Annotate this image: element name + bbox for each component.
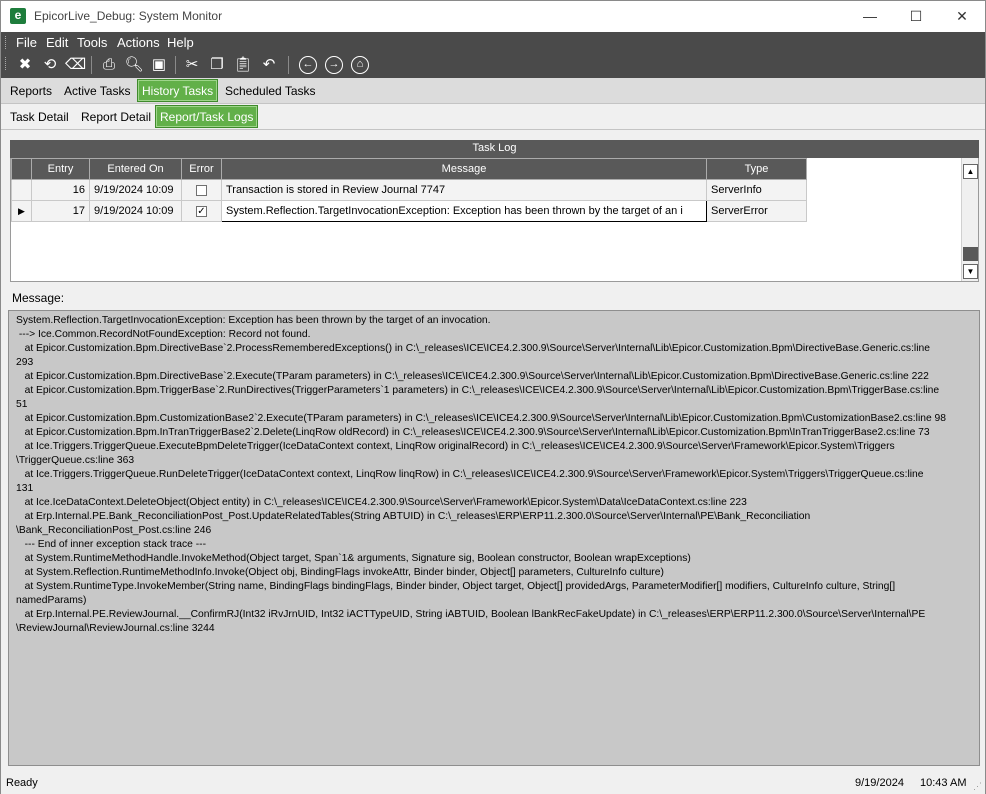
epicor-app-icon: e xyxy=(10,8,26,24)
primary-tab-strip: Reports Active Tasks History Tasks Sched… xyxy=(1,78,985,104)
menu-file[interactable]: File xyxy=(16,35,37,50)
cell-entered-on[interactable]: 9/19/2024 10:09 xyxy=(89,179,182,201)
message-text-box[interactable]: System.Reflection.TargetInvocationExcept… xyxy=(8,310,980,766)
column-header-entry[interactable]: Entry xyxy=(31,158,90,180)
toolbar-grip[interactable] xyxy=(5,57,7,70)
save-icon[interactable]: ▣ xyxy=(149,55,169,75)
cell-entry[interactable]: 17 xyxy=(31,200,90,222)
task-log-header: Task Log xyxy=(10,140,979,158)
column-header-message[interactable]: Message xyxy=(221,158,707,180)
task-log-table: Entry Entered On Error Message Type 16 9/… xyxy=(11,158,807,222)
maximize-button[interactable]: ☐ xyxy=(893,1,939,32)
title-bar: e EpicorLive_Debug: System Monitor — ☐ ✕ xyxy=(1,1,985,32)
cell-type[interactable]: ServerError xyxy=(706,200,807,222)
paste-icon[interactable]: 📋︎ xyxy=(233,55,253,75)
window-title: EpicorLive_Debug: System Monitor xyxy=(34,9,223,23)
cell-type[interactable]: ServerInfo xyxy=(706,179,807,201)
toolbar-separator xyxy=(175,56,176,74)
tab-reports[interactable]: Reports xyxy=(10,84,52,98)
current-row-indicator-icon[interactable]: ▶ xyxy=(11,200,32,222)
row-selector-header xyxy=(11,158,32,180)
menu-bar: File Edit Tools Actions Help xyxy=(1,32,985,52)
forward-icon[interactable]: → xyxy=(325,56,343,74)
grid-vertical-scrollbar[interactable]: ▲ ▼ xyxy=(961,158,978,281)
menu-grip[interactable] xyxy=(5,36,7,49)
cell-entered-on[interactable]: 9/19/2024 10:09 xyxy=(89,200,182,222)
column-header-entered-on[interactable]: Entered On xyxy=(89,158,182,180)
tab-report-task-logs[interactable]: Report/Task Logs xyxy=(155,105,259,128)
menu-edit[interactable]: Edit xyxy=(46,35,68,50)
status-time: 10:43 AM xyxy=(920,777,967,789)
tab-report-detail[interactable]: Report Detail xyxy=(81,110,151,124)
scroll-down-arrow-icon[interactable]: ▼ xyxy=(963,264,978,279)
status-bar: Ready 9/19/2024 10:43 AM ⋰ xyxy=(1,773,985,794)
minimize-button[interactable]: — xyxy=(847,1,893,32)
print-preview-icon[interactable]: 🔍︎ xyxy=(124,55,144,75)
cell-error[interactable]: ✓ xyxy=(181,200,222,222)
scrollbar-thumb[interactable] xyxy=(963,247,978,261)
error-checkbox[interactable]: ✓ xyxy=(196,205,207,217)
cell-error[interactable] xyxy=(181,179,222,201)
scroll-up-arrow-icon[interactable]: ▲ xyxy=(963,164,978,179)
secondary-tab-strip: Task Detail Report Detail Report/Task Lo… xyxy=(1,104,985,130)
toolbar: ✖ ⟲ ⌫ ⎙ 🔍︎ ▣ ✂ ❐ 📋︎ ↶ ← → ⌂ xyxy=(1,52,985,78)
status-text: Ready xyxy=(6,777,38,789)
refresh-icon[interactable]: ⟲ xyxy=(40,55,60,75)
task-log-grid[interactable]: Entry Entered On Error Message Type 16 9/… xyxy=(10,158,979,282)
row-selector[interactable] xyxy=(11,179,32,201)
table-row[interactable]: 16 9/19/2024 10:09 Transaction is stored i… xyxy=(11,179,807,201)
clear-icon[interactable]: ⌫ xyxy=(65,55,86,75)
error-checkbox[interactable] xyxy=(196,184,207,196)
toolbar-separator xyxy=(91,56,92,74)
table-row[interactable]: ▶ 17 9/19/2024 10:09 ✓ System.Reflection.Tar… xyxy=(11,200,807,222)
close-icon[interactable]: ✖ xyxy=(15,55,35,75)
column-header-error[interactable]: Error xyxy=(181,158,222,180)
menu-tools[interactable]: Tools xyxy=(77,35,107,50)
cell-message[interactable]: Transaction is stored in Review Journal … xyxy=(221,179,707,201)
status-date: 9/19/2024 xyxy=(855,777,904,789)
tab-scheduled-tasks[interactable]: Scheduled Tasks xyxy=(225,84,316,98)
cell-message[interactable]: System.Reflection.TargetInvocationExcept… xyxy=(221,200,707,222)
menu-actions[interactable]: Actions xyxy=(117,35,160,50)
toolbar-separator xyxy=(288,56,289,74)
cut-icon[interactable]: ✂ xyxy=(182,55,202,75)
undo-icon[interactable]: ↶ xyxy=(259,55,279,75)
message-label: Message: xyxy=(12,291,65,305)
tab-history-tasks[interactable]: History Tasks xyxy=(137,79,219,102)
cell-entry[interactable]: 16 xyxy=(31,179,90,201)
copy-icon[interactable]: ❐ xyxy=(207,55,227,75)
tab-active-tasks[interactable]: Active Tasks xyxy=(64,84,130,98)
resize-grip-icon[interactable]: ⋰ xyxy=(973,782,983,792)
system-monitor-window: e EpicorLive_Debug: System Monitor — ☐ ✕… xyxy=(0,0,986,794)
column-header-type[interactable]: Type xyxy=(706,158,807,180)
menu-help[interactable]: Help xyxy=(167,35,194,50)
print-icon[interactable]: ⎙ xyxy=(99,55,119,75)
close-window-button[interactable]: ✕ xyxy=(939,1,985,32)
home-icon[interactable]: ⌂ xyxy=(351,56,369,74)
grid-header-row: Entry Entered On Error Message Type xyxy=(11,158,807,180)
tab-task-detail[interactable]: Task Detail xyxy=(10,110,69,124)
back-icon[interactable]: ← xyxy=(299,56,317,74)
